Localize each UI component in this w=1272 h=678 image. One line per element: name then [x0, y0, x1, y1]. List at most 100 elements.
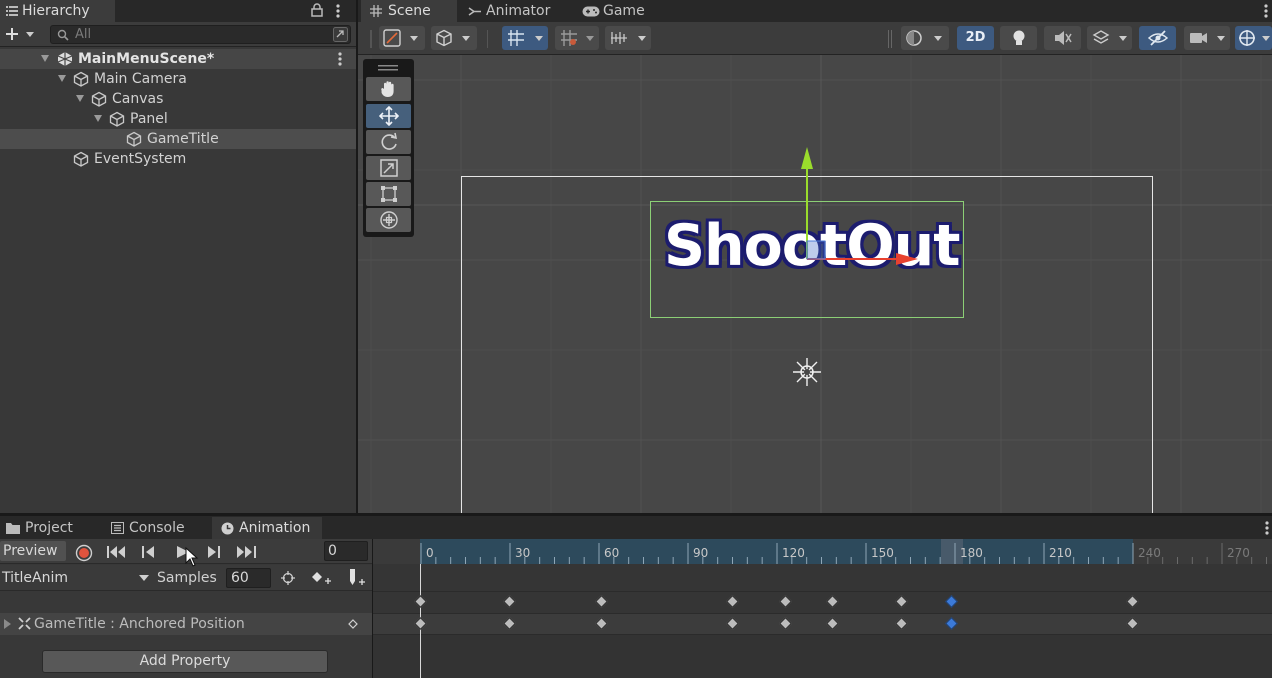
tab-animation[interactable]: Animation	[212, 517, 322, 539]
hierarchy-item-canvas[interactable]: Canvas	[0, 89, 356, 109]
palette-grip-icon[interactable]	[378, 65, 398, 71]
preview-toggle-button[interactable]: Preview	[0, 541, 66, 561]
hierarchy-item-gametitle[interactable]: GameTitle	[0, 129, 356, 149]
expand-arrow-icon[interactable]	[94, 115, 102, 122]
grid-snap-button[interactable]	[502, 26, 548, 50]
property-label: GameTitle : Anchored Position	[34, 616, 245, 632]
transform-tool-button[interactable]	[366, 208, 411, 232]
tab-game[interactable]: Game	[570, 0, 660, 22]
keyframe[interactable]	[595, 617, 608, 630]
hierarchy-item-label: Canvas	[112, 91, 164, 107]
clip-name: TitleAnim	[2, 570, 68, 586]
last-keyframe-button[interactable]	[237, 546, 257, 558]
clip-dropdown[interactable]: TitleAnim	[0, 568, 153, 588]
scene-kebab-icon[interactable]	[338, 52, 342, 66]
keyframe[interactable]	[1126, 617, 1139, 630]
move-arrows-icon	[379, 106, 399, 126]
increment-snap-button[interactable]	[605, 26, 651, 50]
expand-arrow-icon[interactable]	[4, 619, 11, 629]
snap-keyframes-button[interactable]	[281, 571, 295, 585]
tab-hierarchy[interactable]: Hierarchy	[0, 0, 115, 22]
gameobject-cube-icon	[73, 151, 89, 167]
scene-name: MainMenuScene*	[78, 51, 215, 67]
tab-console[interactable]: Console	[104, 517, 210, 539]
lighting-toggle[interactable]	[1000, 26, 1037, 50]
keyframe[interactable]	[826, 595, 840, 608]
keyframe-diamond-icon[interactable]	[348, 619, 358, 629]
gamepad-icon	[582, 6, 600, 17]
hierarchy-search-input[interactable]: All	[50, 25, 351, 44]
render-mode-button[interactable]	[431, 26, 477, 50]
keyframe-selected[interactable]	[945, 617, 958, 630]
hand-tool-button[interactable]	[366, 77, 411, 101]
expand-arrow-icon[interactable]	[41, 55, 49, 62]
add-property-button[interactable]: Add Property	[42, 650, 328, 673]
tab-project[interactable]: Project	[0, 517, 104, 539]
toolbar-grip-icon	[370, 30, 373, 48]
tab-animator[interactable]: Animator	[458, 0, 568, 22]
add-keyframe-button[interactable]	[311, 571, 331, 585]
record-button[interactable]	[75, 544, 93, 562]
gizmos-toggle[interactable]	[1235, 26, 1272, 50]
keyframe[interactable]	[414, 595, 427, 608]
camera-settings-button[interactable]	[1184, 26, 1230, 50]
bottom-kebab-icon[interactable]	[1265, 521, 1269, 535]
gameobject-cube-icon	[109, 111, 125, 127]
prev-keyframe-button[interactable]	[142, 546, 154, 558]
hierarchy-item-panel[interactable]: Panel	[0, 109, 356, 129]
keyframe[interactable]	[894, 595, 908, 608]
search-icon	[57, 29, 69, 41]
grid-hash-icon	[370, 5, 382, 17]
hierarchy-item-main-camera[interactable]: Main Camera	[0, 69, 356, 89]
keyframe[interactable]	[826, 617, 840, 630]
keyframe[interactable]	[725, 595, 739, 608]
keyframe[interactable]	[414, 617, 427, 630]
keyframe[interactable]	[894, 617, 908, 630]
keyframe[interactable]	[779, 595, 792, 608]
keyframe-selected[interactable]	[945, 595, 958, 608]
keyframe[interactable]	[725, 617, 739, 630]
move-tool-button[interactable]	[366, 104, 411, 128]
property-row[interactable]: GameTitle : Anchored Position	[0, 613, 372, 635]
frame-value: 0	[328, 543, 337, 559]
draw-mode-button[interactable]	[379, 26, 425, 50]
clock-icon	[221, 522, 234, 535]
scale-tool-button[interactable]	[366, 156, 411, 180]
event-system-icon[interactable]	[792, 357, 822, 387]
add-event-button[interactable]	[347, 569, 367, 587]
transform-icon	[380, 211, 398, 229]
expand-arrow-icon[interactable]	[76, 95, 84, 102]
search-filter-icon[interactable]	[333, 27, 348, 42]
add-icon[interactable]	[5, 26, 37, 42]
lock-icon[interactable]	[311, 3, 323, 17]
kebab-menu-icon[interactable]	[336, 4, 340, 18]
keyframe[interactable]	[503, 595, 516, 608]
audio-toggle[interactable]	[1044, 26, 1081, 50]
snap-settings-button[interactable]	[555, 26, 599, 50]
scene-kebab-icon[interactable]	[1264, 4, 1268, 18]
scene-header-row[interactable]: MainMenuScene*	[0, 49, 356, 69]
samples-input[interactable]: 60	[226, 568, 271, 588]
summary-row	[0, 591, 372, 613]
keyframe[interactable]	[1126, 595, 1139, 608]
rect-tool-button[interactable]	[366, 182, 411, 206]
rotate-tool-button[interactable]	[366, 130, 411, 154]
hierarchy-item-eventsystem[interactable]: EventSystem	[0, 149, 356, 169]
frame-input[interactable]: 0	[324, 541, 368, 561]
effects-toggle[interactable]	[1087, 26, 1132, 50]
next-keyframe-button[interactable]	[208, 546, 220, 558]
expand-arrow-icon[interactable]	[58, 75, 66, 82]
2d-mode-toggle[interactable]: 2D	[957, 26, 994, 50]
dopesheet[interactable]: 0 30 60 90 120 150 180 210 240 270	[373, 539, 1272, 678]
tool-palette	[363, 59, 414, 237]
scene-viewport[interactable]: ShootOut	[358, 55, 1272, 513]
tab-scene[interactable]: Scene	[361, 0, 457, 22]
scene-visibility-toggle[interactable]	[1139, 26, 1176, 50]
shading-mode-button[interactable]	[901, 26, 949, 50]
keyframe[interactable]	[779, 617, 792, 630]
panel-splitter-vertical[interactable]	[356, 0, 358, 513]
first-keyframe-button[interactable]	[107, 546, 125, 558]
move-gizmo[interactable]	[798, 143, 923, 268]
keyframe[interactable]	[595, 595, 608, 608]
keyframe[interactable]	[503, 617, 516, 630]
